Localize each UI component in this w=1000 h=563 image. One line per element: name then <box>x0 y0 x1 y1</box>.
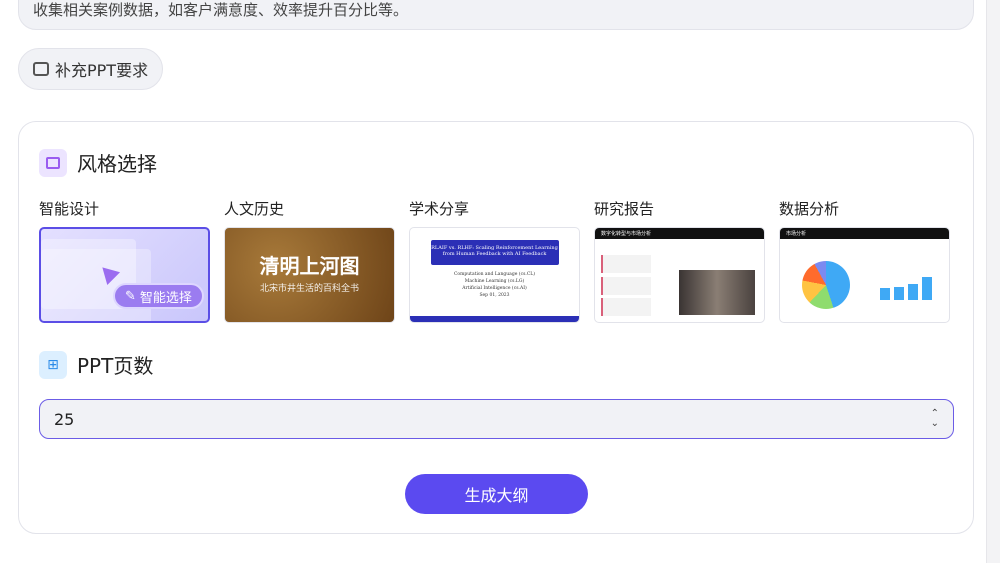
page-count-value: 25 <box>54 409 75 429</box>
style-data[interactable]: 数据分析 市场分析 <box>779 198 950 323</box>
style-report[interactable]: 研究报告 数字化转型与市场分析 <box>594 198 765 323</box>
style-label: 人文历史 <box>224 200 285 218</box>
smart-select-chip: ✎ 智能选择 <box>113 283 204 309</box>
supplement-label: 补充PPT要求 <box>55 61 149 80</box>
magic-wand-icon: ✎ <box>125 288 136 304</box>
page-count-input[interactable]: 25 ⌃ ⌄ <box>39 399 954 439</box>
style-thumbnail[interactable]: RLAIF vs. RLHF: Scaling Reinforcement Le… <box>409 227 580 323</box>
pages-section-header: ⊞ PPT页数 <box>39 350 153 379</box>
document-icon <box>33 62 49 76</box>
style-label: 学术分享 <box>409 200 470 218</box>
style-thumbnail[interactable]: ✎ 智能选择 <box>39 227 210 323</box>
section-title: PPT页数 <box>77 354 154 378</box>
generate-outline-button[interactable]: 生成大纲 <box>405 474 588 514</box>
pie-chart <box>802 261 850 309</box>
thumb-line: Sep 01, 2023 <box>479 293 510 298</box>
style-academic[interactable]: 学术分享 RLAIF vs. RLHF: Scaling Reinforceme… <box>409 198 580 323</box>
supplement-ppt-button[interactable]: 补充PPT要求 <box>18 48 164 90</box>
thumb-header: 市场分析 <box>780 228 949 239</box>
decrement-icon[interactable]: ⌄ <box>931 419 939 429</box>
style-history[interactable]: 人文历史 清明上河图 北宋市井生活的百科全书 <box>224 198 395 323</box>
thumb-title: RLAIF vs. RLHF: Scaling Reinforcement Le… <box>430 240 559 265</box>
add-page-icon: ⊞ <box>39 350 67 379</box>
style-label: 研究报告 <box>594 200 655 218</box>
style-label: 智能设计 <box>39 200 100 218</box>
style-section-header: 风格选择 <box>39 148 157 177</box>
style-options: 智能设计 ✎ 智能选择 人文历史 清明上河图 北宋市井生活的百科全书 学术分享 R… <box>39 198 950 323</box>
settings-panel: 风格选择 智能设计 ✎ 智能选择 人文历史 清明上河图 北宋市井生活的百科全书 学… <box>18 121 974 534</box>
scrollbar[interactable] <box>986 0 1000 563</box>
style-thumbnail[interactable]: 清明上河图 北宋市井生活的百科全书 <box>224 227 395 323</box>
thumb-header: 数字化转型与市场分析 <box>595 228 764 239</box>
style-smart[interactable]: 智能设计 ✎ 智能选择 <box>39 198 210 323</box>
chip-label: 智能选择 <box>139 290 192 306</box>
prompt-textarea[interactable]: 收集相关案例数据，如客户满意度、效率提升百分比等。 <box>18 0 974 30</box>
thumb-line: Machine Learning (cs.LG) <box>464 279 525 284</box>
section-title: 风格选择 <box>77 152 157 176</box>
thumb-line: Computation and Language (cs.CL) <box>453 272 536 277</box>
thumb-title: 清明上河图 <box>259 254 360 278</box>
prompt-text: 收集相关案例数据，如客户满意度、效率提升百分比等。 <box>33 1 409 19</box>
clothing-store-image <box>679 270 755 315</box>
thumb-line: Artificial Intelligence (cs.AI) <box>462 286 527 291</box>
style-thumbnail[interactable]: 市场分析 <box>779 227 950 323</box>
style-label: 数据分析 <box>779 200 840 218</box>
style-thumbnail[interactable]: 数字化转型与市场分析 <box>594 227 765 323</box>
thumb-subtitle: 北宋市井生活的百科全书 <box>259 284 359 294</box>
bar-chart <box>880 277 932 300</box>
style-icon <box>39 148 67 177</box>
